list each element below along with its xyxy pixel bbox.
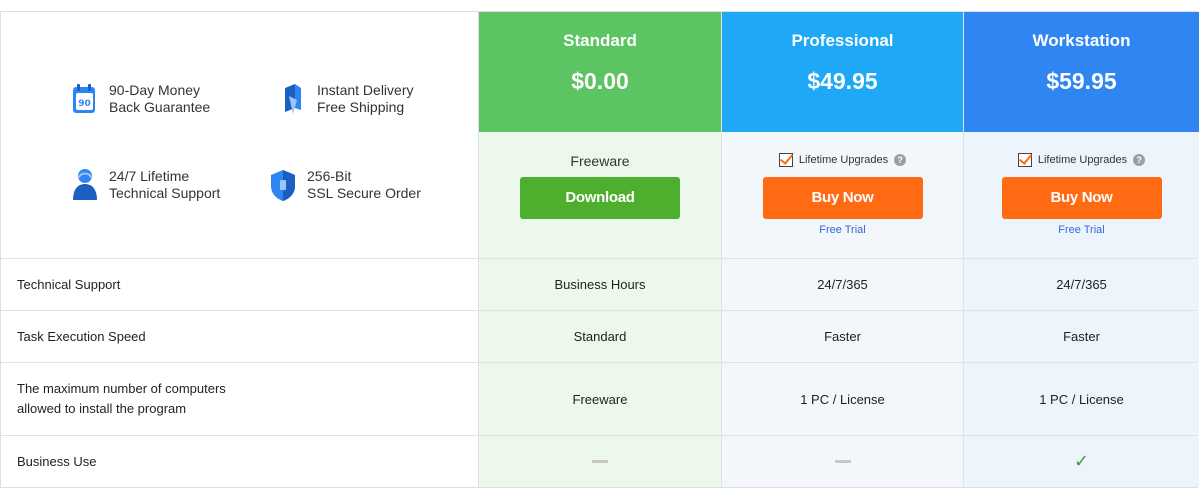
plan-name: Professional (791, 31, 894, 50)
shield-icon (269, 168, 297, 202)
feature-label-column: 90 90-Day Money Back Guarantee Instant D… (1, 12, 478, 487)
pricing-table: 90 90-Day Money Back Guarantee Instant D… (0, 11, 1199, 488)
feature-value: Business Hours (554, 277, 646, 292)
feature-label-max-computers: The maximum number of computers allowed … (17, 381, 226, 416)
feature-value: Standard (573, 329, 627, 344)
feature-value: Freeware (572, 391, 628, 407)
freeware-label: Freeware (570, 153, 630, 169)
plan-name: Workstation (1032, 31, 1131, 50)
benefit-lifetime-support: 24/7 Lifetime Technical Support (71, 168, 220, 202)
plan-price: $0.00 (571, 68, 629, 94)
plan-header-standard: Standard $0.00 (479, 12, 721, 132)
benefit-line-2: Free Shipping (317, 99, 405, 115)
support-icon (71, 168, 99, 202)
business-use-value (722, 436, 963, 487)
help-icon[interactable]: ? (894, 154, 907, 166)
free-trial-link[interactable]: Free Trial (722, 224, 963, 236)
buy-now-button[interactable]: Buy Now (1001, 177, 1162, 219)
benefit-line-1: Instant Delivery (317, 82, 414, 98)
business-use-value (479, 436, 721, 487)
business-use-value: ✓ (964, 436, 1199, 487)
plan-price: $59.95 (1046, 68, 1117, 94)
benefit-instant-delivery: Instant Delivery Free Shipping (279, 82, 413, 116)
feature-label-technical-support: Technical Support (17, 276, 121, 292)
benefit-line-2: Technical Support (109, 185, 221, 201)
feature-label-business-use: Business Use (17, 453, 97, 469)
plan-name: Standard (563, 31, 637, 50)
svg-text:90: 90 (78, 99, 91, 109)
delivery-icon (279, 82, 307, 116)
not-included-dash-icon (592, 460, 608, 463)
plan-column-professional: Professional $49.95 Lifetime Upgrades ? … (721, 12, 963, 487)
benefit-ssl-secure: 256-Bit SSL Secure Order (269, 168, 421, 202)
row-divider (1, 310, 1197, 311)
lifetime-upgrades-checkbox[interactable] (1017, 153, 1032, 167)
feature-value: 24/7/365 (817, 277, 868, 292)
buy-now-button[interactable]: Buy Now (762, 177, 923, 219)
benefit-line-2: Back Guarantee (109, 99, 211, 115)
benefit-line-2: SSL Secure Order (307, 185, 421, 201)
plan-price: $49.95 (807, 68, 878, 94)
lifetime-upgrades-checkbox[interactable] (778, 153, 793, 167)
download-button[interactable]: Download (520, 177, 680, 219)
feature-value: 24/7/365 (1056, 277, 1107, 292)
check-icon: ✓ (1073, 451, 1090, 471)
lifetime-upgrades-option[interactable]: Lifetime Upgrades ? (722, 153, 963, 167)
benefit-line-1: 256-Bit (307, 168, 352, 184)
calendar-90-icon: 90 (71, 82, 99, 116)
benefit-line-1: 90-Day Money (109, 82, 201, 98)
plan-column-standard: Standard $0.00 Freeware Download Busines… (478, 12, 721, 487)
row-divider (1, 362, 1197, 363)
benefit-line-1: 24/7 Lifetime (109, 168, 190, 184)
help-icon[interactable]: ? (1133, 154, 1146, 166)
feature-value: Faster (1063, 329, 1100, 344)
lifetime-upgrades-label: Lifetime Upgrades (1037, 154, 1128, 166)
not-included-dash-icon (834, 460, 851, 463)
row-divider (1, 435, 1197, 436)
plan-header-professional: Professional $49.95 (722, 12, 963, 132)
lifetime-upgrades-option[interactable]: Lifetime Upgrades ? (964, 153, 1199, 167)
free-trial-link[interactable]: Free Trial (964, 224, 1199, 236)
feature-label-task-speed: Task Execution Speed (17, 328, 146, 344)
plan-header-workstation: Workstation $59.95 (964, 12, 1199, 132)
feature-value: 1 PC / License (1039, 391, 1124, 407)
lifetime-upgrades-label: Lifetime Upgrades (798, 154, 889, 166)
feature-value: Faster (824, 329, 861, 344)
plan-column-workstation: Workstation $59.95 Lifetime Upgrades ? B… (963, 12, 1199, 487)
feature-value: 1 PC / License (800, 391, 885, 407)
row-divider (1, 258, 1197, 259)
benefit-money-back: 90 90-Day Money Back Guarantee (71, 82, 210, 116)
